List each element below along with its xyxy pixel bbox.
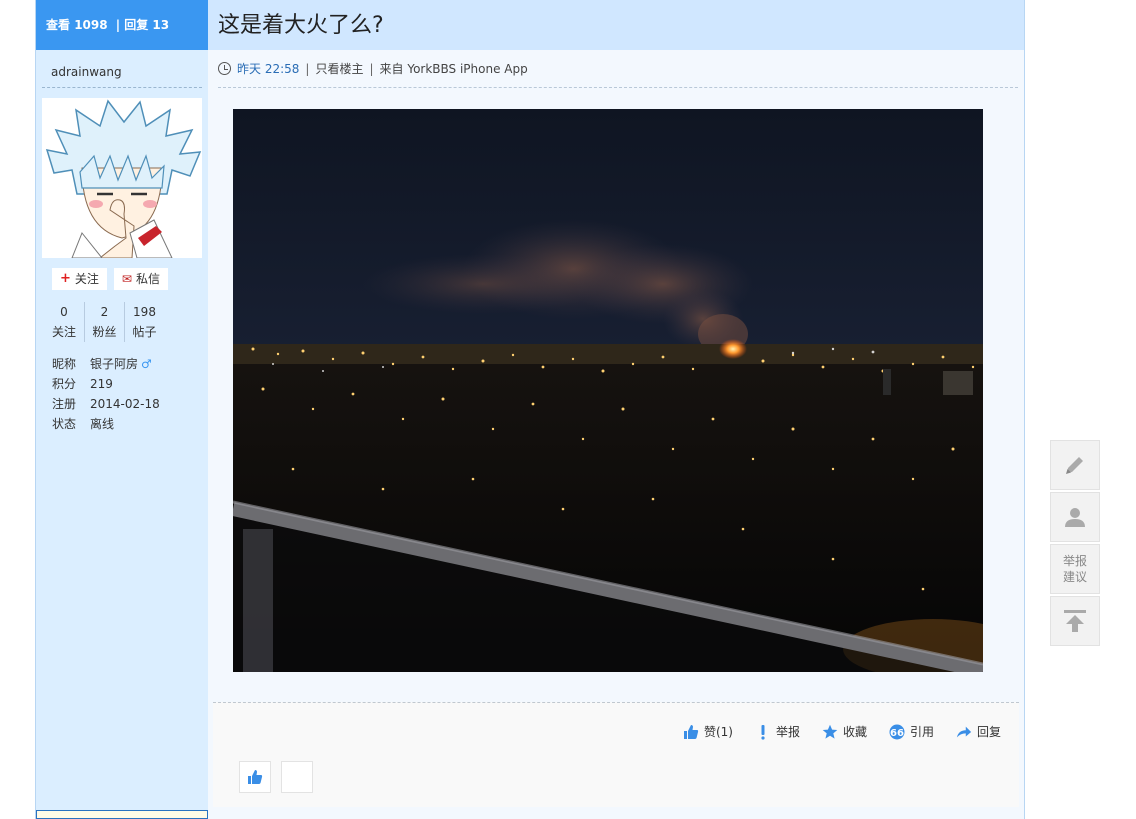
info-row-points: 积分 219 (52, 374, 208, 394)
post-actions: 赞(1) 举报 收藏 66 引用 回复 (683, 723, 1001, 740)
liker-thumb[interactable] (239, 761, 271, 793)
user-counts: 0 关注 2 粉丝 198 帖子 (44, 302, 208, 342)
reply-arrow-icon (956, 724, 972, 740)
info-key: 状态 (52, 417, 77, 431)
likers-list (239, 761, 313, 793)
follow-button[interactable]: + 关注 (52, 268, 107, 290)
male-icon: ♂ (141, 357, 152, 371)
posts-label: 帖子 (132, 325, 157, 339)
post-image[interactable] (233, 109, 983, 672)
followers-label: 粉丝 (92, 325, 117, 339)
replies-label: 回复 (124, 18, 149, 32)
followers-value: 2 (100, 305, 109, 319)
page: 查看 1098 | 回复 13 adrainwang + 关注 ✉ 私信 0 关… (0, 0, 1136, 819)
info-value: 离线 (90, 417, 115, 431)
user-icon (1065, 508, 1085, 527)
following-count[interactable]: 0 关注 (44, 302, 84, 342)
avatar-illustration (42, 98, 202, 258)
stats-separator: | (115, 18, 121, 32)
info-value: 2014-02-18 (90, 397, 160, 411)
avatar[interactable] (42, 98, 202, 258)
views-count: 1098 (74, 18, 108, 32)
favorite-label: 收藏 (842, 725, 867, 739)
posts-value: 198 (133, 305, 156, 319)
report-label: 举报 (775, 725, 800, 739)
reply-button[interactable]: 回复 (956, 723, 1001, 740)
report-button[interactable]: 举报 (755, 723, 800, 740)
plus-icon: + (60, 271, 71, 286)
star-icon (822, 724, 838, 740)
post-stats-bar: 查看 1098 | 回复 13 (36, 0, 208, 50)
clock-icon (218, 62, 231, 75)
info-value: 219 (90, 377, 113, 391)
message-label: 私信 (135, 272, 160, 286)
user-action-buttons: + 关注 ✉ 私信 (52, 268, 208, 290)
favorite-button[interactable]: 收藏 (822, 723, 867, 740)
views-label: 查看 (46, 18, 71, 32)
info-row-registered: 注册 2014-02-18 (52, 394, 208, 414)
info-row-nickname: 昵称 银子阿房 ♂ (52, 354, 208, 374)
following-label: 关注 (51, 325, 76, 339)
thumbs-up-icon (683, 724, 699, 740)
svg-text:66: 66 (890, 728, 904, 739)
user-center-button[interactable] (1050, 492, 1100, 542)
info-key: 昵称 (52, 357, 77, 371)
info-key: 注册 (52, 397, 77, 411)
following-value: 0 (60, 305, 68, 319)
quote-button[interactable]: 66 引用 (889, 723, 934, 740)
post-title: 这是着大火了么? (208, 0, 1024, 50)
only-op-link[interactable]: 只看楼主 (315, 48, 363, 90)
username[interactable]: adrainwang (42, 50, 202, 88)
report-suggest-label: 举报 建议 (1061, 553, 1089, 585)
liker-avatar[interactable] (281, 761, 313, 793)
post-content: 这是着大火了么? 昨天 22:58 | 只看楼主 | 来自 YorkBBS iP… (208, 0, 1024, 819)
arrow-up-icon (1064, 610, 1086, 632)
night-city-fire-photo (233, 109, 983, 672)
follow-label: 关注 (74, 272, 99, 286)
message-button[interactable]: ✉ 私信 (113, 268, 168, 290)
pencil-icon (1066, 457, 1083, 474)
posts-count[interactable]: 198 帖子 (124, 302, 164, 342)
exclamation-icon (755, 724, 771, 740)
reply-label: 回复 (976, 725, 1001, 739)
post-meta: 昨天 22:58 | 只看楼主 | 来自 YorkBBS iPhone App (218, 50, 1018, 88)
back-to-top-button[interactable] (1050, 596, 1100, 646)
floating-toolbar: 举报 建议 (1050, 440, 1100, 648)
meta-separator: | (369, 61, 374, 76)
mail-icon: ✉ (121, 272, 132, 286)
followers-count[interactable]: 2 粉丝 (84, 302, 124, 342)
post-time: 昨天 22:58 (237, 61, 300, 76)
quote-icon: 66 (889, 724, 905, 740)
like-button[interactable]: 赞(1) (683, 723, 733, 740)
report-suggest-line2: 建议 (1062, 570, 1087, 584)
report-suggest-line1: 举报 (1062, 554, 1087, 568)
report-suggest-button[interactable]: 举报 建议 (1050, 544, 1100, 594)
like-label: 赞(1) (703, 725, 733, 739)
write-post-button[interactable] (1050, 440, 1100, 490)
info-key: 积分 (52, 377, 77, 391)
meta-separator: | (305, 61, 310, 76)
quote-label: 引用 (909, 725, 934, 739)
post-actions-area: 赞(1) 举报 收藏 66 引用 回复 (213, 702, 1019, 807)
post-container: 查看 1098 | 回复 13 adrainwang + 关注 ✉ 私信 0 关… (35, 0, 1025, 819)
user-sidebar: 查看 1098 | 回复 13 adrainwang + 关注 ✉ 私信 0 关… (36, 0, 208, 819)
post-source: 来自 YorkBBS iPhone App (379, 61, 528, 76)
next-post-box-edge (36, 810, 208, 819)
replies-count: 13 (152, 18, 170, 32)
info-value: 银子阿房 (90, 357, 139, 371)
thumbs-up-icon (248, 770, 263, 784)
info-row-status: 状态 离线 (52, 414, 208, 434)
user-info: 昵称 银子阿房 ♂ 积分 219 注册 2014-02-18 状态 离线 (52, 354, 208, 434)
